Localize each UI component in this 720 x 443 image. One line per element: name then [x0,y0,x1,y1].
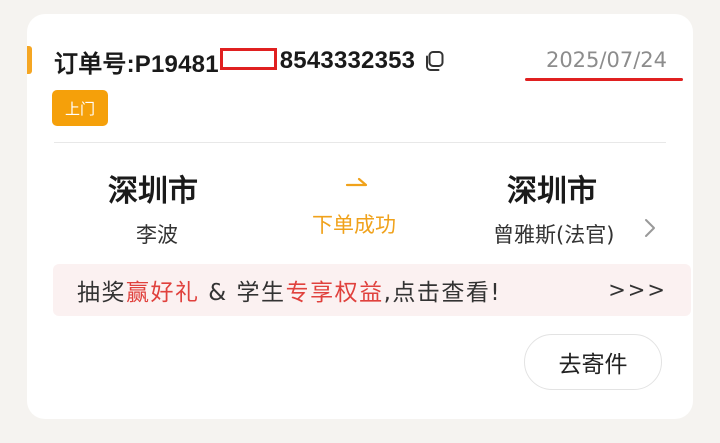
order-number-prefix: 订单号:P19481 [54,50,219,78]
redaction-box [219,48,277,70]
promo-more-link[interactable]: >>> [608,278,667,302]
chevron-right-icon[interactable] [643,217,657,239]
order-number-row: 订单号:P19481 8543332353 [54,44,445,78]
promo-banner[interactable]: 抽奖赢好礼 & 学生专享权益,点击查看! >>> [53,264,691,316]
promo-text: 抽奖赢好礼 & 学生专享权益,点击查看! [77,273,501,307]
destination-person: 曾雅斯(法官) [493,223,615,247]
accent-bar [27,46,32,74]
go-send-button[interactable]: 去寄件 [524,334,662,390]
origin-city: 深圳市 [108,174,198,209]
order-date: 2025/07/24 [545,48,667,72]
destination-city: 深圳市 [507,174,597,209]
order-card[interactable]: 订单号:P19481 8543332353 2025/07/24 上门 深圳市 … [27,14,693,419]
origin-person: 李波 [136,223,178,247]
promo-text-2: & 学生 [199,280,286,306]
divider [54,142,666,143]
promo-text-1: 抽奖 [77,280,126,306]
copy-icon[interactable] [423,50,445,72]
order-number-suffix: 8543332353 [279,47,416,74]
arrow-right-icon [345,177,368,187]
order-status: 下单成功 [312,213,396,237]
promo-text-3: ,点击查看! [383,280,502,306]
service-type-badge: 上门 [52,90,108,126]
promo-highlight-gift: 赢好礼 [126,280,200,306]
date-underline-mark [525,78,683,81]
promo-highlight-rights: 专享权益 [285,280,384,306]
